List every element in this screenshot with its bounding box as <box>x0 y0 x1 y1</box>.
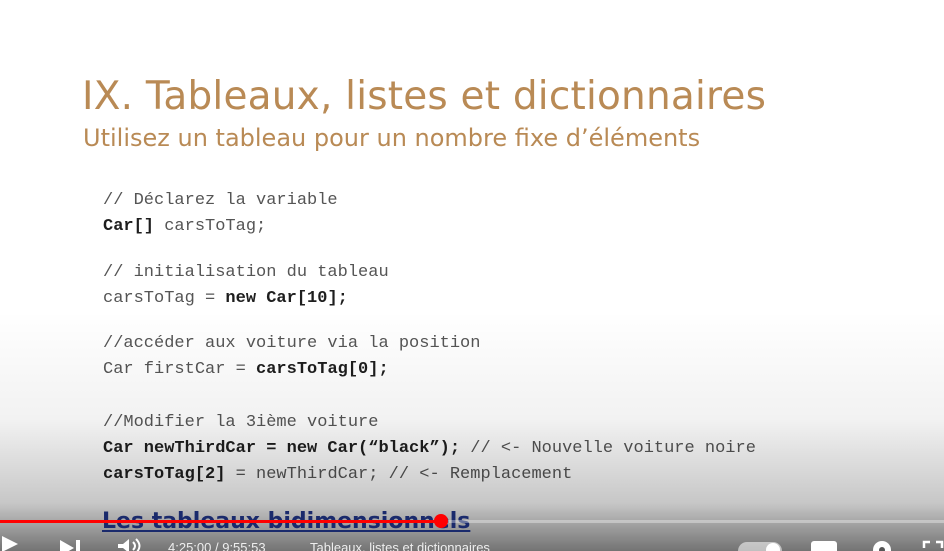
code-line: Car newThirdCar = new Car(“black”); // <… <box>103 439 756 458</box>
code-text: //accéder aux voiture via la position <box>103 334 481 353</box>
time-display: 4:25:00 / 9:55:53 <box>168 540 266 551</box>
code-keyword: Car[] <box>103 217 155 236</box>
settings-icon[interactable] <box>868 538 896 551</box>
code-text: // initialisation du tableau <box>103 263 389 282</box>
code-line: // Déclarez la variable <box>103 191 338 210</box>
code-text: // <- Nouvelle voiture noire <box>460 439 756 458</box>
progress-fill <box>0 520 441 523</box>
code-text: = newThirdCar; // <- Remplacement <box>225 465 573 484</box>
slide-subtitle: Utilisez un tableau pour un nombre fixe … <box>83 124 701 152</box>
code-keyword: new Car[10]; <box>225 289 348 308</box>
code-text: carsToTag; <box>154 217 267 236</box>
subtitles-icon[interactable] <box>810 540 838 551</box>
slide-title: IX. Tableaux, listes et dictionnaires <box>82 74 767 119</box>
code-keyword: carsToTag[0]; <box>256 360 389 379</box>
code-line: carsToTag = new Car[10]; <box>103 289 348 308</box>
progress-scrubber-handle[interactable] <box>433 514 448 528</box>
next-icon[interactable] <box>58 540 84 551</box>
code-line: //accéder aux voiture via la position <box>103 334 480 353</box>
code-keyword: carsToTag[2] <box>103 465 226 484</box>
video-frame[interactable]: IX. Tableaux, listes et dictionnaires Ut… <box>0 0 944 551</box>
code-line: //Modifier la 3ième voiture <box>103 413 378 432</box>
volume-icon[interactable] <box>116 538 146 551</box>
code-line: Car firstCar = carsToTag[0]; <box>103 360 389 379</box>
fullscreen-icon[interactable] <box>922 540 944 551</box>
code-line: // initialisation du tableau <box>103 263 389 282</box>
chapter-label-button[interactable]: Tableaux, listes et dictionnaires <box>310 540 490 551</box>
play-icon[interactable] <box>0 536 20 551</box>
code-keyword: Car newThirdCar = new Car(“black”); <box>103 439 461 458</box>
code-text: //Modifier la 3ième voiture <box>103 413 379 432</box>
code-text: carsToTag = <box>103 289 226 308</box>
code-text: Car firstCar = <box>103 360 257 379</box>
code-line: carsToTag[2] = newThirdCar; // <- Rempla… <box>103 465 572 484</box>
toggle-icon[interactable] <box>738 542 782 551</box>
code-text: // Déclarez la variable <box>103 191 338 210</box>
code-line: Car[] carsToTag; <box>103 217 266 236</box>
